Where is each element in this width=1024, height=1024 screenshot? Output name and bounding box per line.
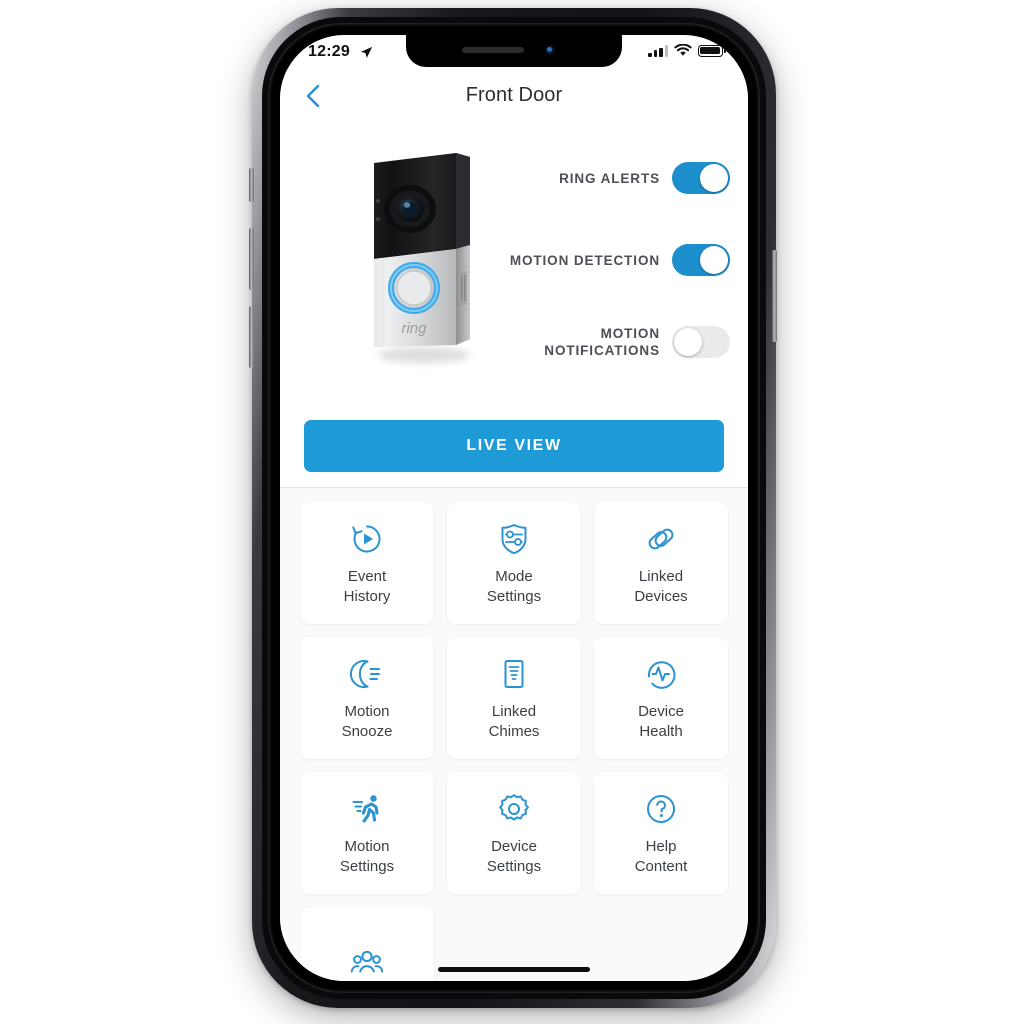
silent-switch-button[interactable] bbox=[249, 168, 254, 202]
tile-label: Help Content bbox=[634, 838, 688, 875]
tile-shared-users[interactable] bbox=[300, 907, 434, 981]
tile-label: Linked Devices bbox=[634, 568, 688, 605]
tile-help-content[interactable]: Help Content bbox=[594, 772, 728, 894]
status-indicators bbox=[648, 44, 726, 57]
volume-up-button[interactable] bbox=[249, 228, 254, 290]
tile-label: Device Health bbox=[638, 703, 684, 740]
front-camera bbox=[544, 44, 556, 56]
shared-users-people-icon bbox=[350, 944, 384, 981]
wifi-icon bbox=[674, 44, 692, 56]
earpiece-speaker bbox=[462, 47, 524, 53]
toggle-knob bbox=[700, 164, 728, 192]
ring-alerts-toggle[interactable] bbox=[672, 162, 730, 194]
ring-logo-text: ring bbox=[401, 320, 427, 337]
tile-label: Motion Settings bbox=[339, 838, 395, 875]
location-arrow-icon bbox=[360, 46, 373, 58]
tile-event-history[interactable]: Event History bbox=[300, 502, 434, 624]
event-history-icon bbox=[350, 519, 384, 559]
device-health-pulse-icon bbox=[644, 654, 678, 694]
battery-full-icon bbox=[698, 44, 726, 57]
motion-detection-row: MOTION DETECTION bbox=[482, 229, 730, 291]
feature-grid-area: Event History Mode Settings Linked Devic… bbox=[280, 488, 748, 981]
motion-notifications-toggle[interactable] bbox=[672, 326, 730, 358]
tile-motion-settings[interactable]: Motion Settings bbox=[300, 772, 434, 894]
help-content-question-icon bbox=[644, 789, 678, 829]
feature-grid: Event History Mode Settings Linked Devic… bbox=[300, 502, 728, 981]
tile-device-health[interactable]: Device Health bbox=[594, 637, 728, 759]
motion-detection-toggle[interactable] bbox=[672, 244, 730, 276]
home-indicator[interactable] bbox=[438, 967, 590, 972]
tile-label: Linked Chimes bbox=[488, 703, 540, 740]
motion-detection-label: MOTION DETECTION bbox=[509, 252, 660, 268]
page-title: Front Door bbox=[465, 84, 563, 106]
ring-alerts-label: RING ALERTS bbox=[559, 170, 660, 186]
mode-settings-shield-icon bbox=[497, 519, 531, 559]
toggle-list: RING ALERTS MOTION DETECTION MOTION NOTI… bbox=[482, 147, 730, 393]
ring-alerts-row: RING ALERTS bbox=[482, 147, 730, 209]
motion-snooze-moon-icon bbox=[350, 654, 384, 694]
power-button[interactable] bbox=[772, 250, 777, 342]
tile-device-settings[interactable]: Device Settings bbox=[447, 772, 581, 894]
screenshot-root: 12:29 Front Door ring RING ALERTS MOTION… bbox=[0, 0, 1024, 1024]
tile-motion-snooze[interactable]: Motion Snooze bbox=[300, 637, 434, 759]
phone-screen: 12:29 Front Door ring RING ALERTS MOTION… bbox=[280, 35, 748, 981]
tile-mode-settings[interactable]: Mode Settings bbox=[447, 502, 581, 624]
motion-settings-runner-icon bbox=[350, 789, 384, 829]
device-settings-gear-icon bbox=[497, 789, 531, 829]
volume-down-button[interactable] bbox=[249, 306, 254, 368]
linked-chimes-document-icon bbox=[497, 654, 531, 694]
nav-bar: Front Door bbox=[280, 69, 748, 121]
tile-linked-devices[interactable]: Linked Devices bbox=[594, 502, 728, 624]
ring-video-doorbell-photo: ring bbox=[374, 153, 470, 363]
motion-notifications-row: MOTION NOTIFICATIONS bbox=[482, 311, 730, 373]
tile-label: Mode Settings bbox=[486, 568, 542, 605]
toggle-knob bbox=[674, 328, 702, 356]
tile-label: Event History bbox=[343, 568, 391, 605]
live-view-button[interactable]: LIVE VIEW bbox=[304, 420, 724, 472]
linked-devices-chain-icon bbox=[644, 519, 678, 559]
tile-label: Motion Snooze bbox=[341, 703, 393, 740]
toggle-knob bbox=[700, 246, 728, 274]
tile-label: Device Settings bbox=[486, 838, 542, 875]
notch bbox=[406, 35, 622, 67]
live-view-section: LIVE VIEW bbox=[280, 415, 748, 485]
cellular-signal-icon bbox=[648, 44, 668, 57]
tile-linked-chimes[interactable]: Linked Chimes bbox=[447, 637, 581, 759]
status-time: 12:29 bbox=[308, 43, 350, 60]
motion-notifications-label: MOTION NOTIFICATIONS bbox=[544, 326, 660, 358]
